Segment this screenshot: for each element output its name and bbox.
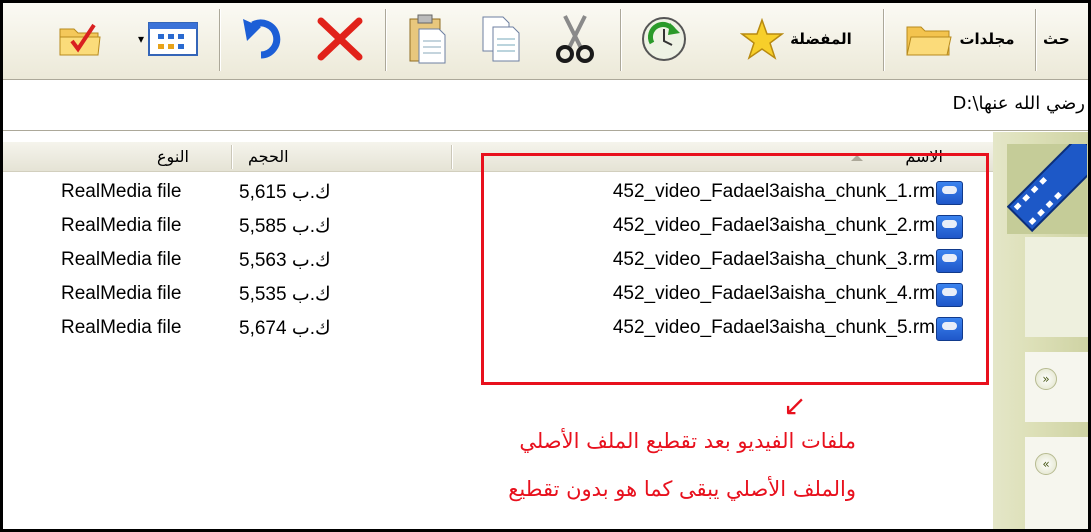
cut-button[interactable] bbox=[547, 9, 603, 69]
copy-button[interactable] bbox=[473, 9, 529, 69]
toolbar-separator bbox=[385, 9, 387, 71]
address-path: D:\رضي الله عنها bbox=[952, 93, 1085, 114]
favorites-label: المفضلة bbox=[790, 30, 852, 48]
column-divider[interactable] bbox=[451, 145, 453, 169]
file-size: 5,535 ك.ب bbox=[239, 284, 331, 305]
delete-icon bbox=[317, 17, 363, 61]
file-size: 5,563 ك.ب bbox=[239, 250, 331, 271]
arrow-icon: ↙ bbox=[783, 389, 807, 422]
highlight-box bbox=[481, 153, 989, 385]
file-size: 5,615 ك.ب bbox=[239, 182, 331, 203]
file-type: RealMedia file bbox=[61, 215, 182, 236]
file-size: 5,674 ك.ب bbox=[239, 318, 331, 339]
file-type: RealMedia file bbox=[61, 317, 182, 338]
star-icon bbox=[740, 18, 785, 60]
toolbar-separator bbox=[620, 9, 622, 71]
file-size: 5,585 ك.ب bbox=[239, 216, 331, 237]
search-button[interactable]: حث bbox=[1043, 9, 1088, 69]
toolbar-separator bbox=[1035, 9, 1037, 71]
sync-icon bbox=[642, 17, 686, 61]
column-header-size[interactable]: الحجم bbox=[248, 147, 289, 166]
paste-button[interactable] bbox=[399, 9, 455, 69]
film-strip-icon bbox=[1007, 144, 1087, 233]
annotation-line-1: ملفات الفيديو بعد تقطيع الملف الأصلي bbox=[519, 429, 856, 453]
task-pane-section: » bbox=[1025, 352, 1088, 422]
cut-icon bbox=[556, 15, 594, 63]
task-pane-preview bbox=[1025, 237, 1088, 337]
task-pane-header bbox=[1007, 144, 1087, 234]
address-bar[interactable]: D:\رضي الله عنها bbox=[3, 81, 1088, 131]
undo-button[interactable] bbox=[235, 9, 295, 69]
column-header-type[interactable]: النوع bbox=[157, 147, 189, 166]
favorites-button[interactable]: المفضلة bbox=[721, 9, 871, 69]
column-divider[interactable] bbox=[231, 145, 233, 169]
file-type: RealMedia file bbox=[61, 181, 182, 202]
task-pane: » « bbox=[993, 132, 1088, 529]
file-type: RealMedia file bbox=[61, 249, 182, 270]
views-grid-icon bbox=[148, 22, 199, 56]
toolbar-separator bbox=[219, 9, 221, 71]
folders-button[interactable]: مجلدات bbox=[895, 9, 1025, 69]
folder-icon bbox=[906, 26, 953, 56]
chevron-down-icon[interactable]: » bbox=[1035, 368, 1057, 390]
task-pane-section: « bbox=[1025, 437, 1088, 529]
explorer-window: ▾ المفضلة مجلدات حث D:\رضي الله عنها » «… bbox=[3, 3, 1088, 529]
views-button[interactable]: ▾ bbox=[128, 9, 208, 69]
checklist-folder-icon bbox=[59, 23, 101, 56]
toolbar: ▾ المفضلة مجلدات حث bbox=[3, 3, 1088, 80]
history-button[interactable] bbox=[635, 9, 693, 69]
delete-button[interactable] bbox=[308, 9, 372, 69]
copy-icon bbox=[482, 16, 520, 62]
toolbar-separator bbox=[883, 9, 885, 71]
checklist-folder-button[interactable] bbox=[55, 9, 105, 69]
dropdown-arrow-icon: ▾ bbox=[137, 32, 145, 46]
folders-label: مجلدات bbox=[959, 30, 1015, 48]
paste-icon bbox=[409, 14, 446, 64]
file-type: RealMedia file bbox=[61, 283, 182, 304]
annotation-line-2: والملف الأصلي يبقى كما هو بدون تقطيع bbox=[508, 477, 856, 501]
undo-icon bbox=[243, 19, 281, 59]
search-label: حث bbox=[1043, 30, 1070, 48]
chevron-up-icon[interactable]: « bbox=[1035, 453, 1057, 475]
